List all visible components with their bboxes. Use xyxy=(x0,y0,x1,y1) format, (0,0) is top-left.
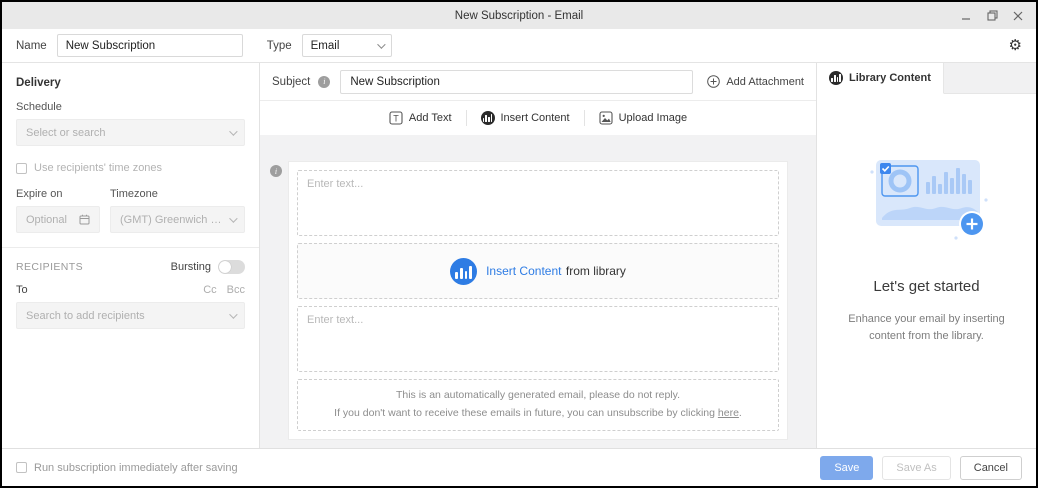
schedule-select[interactable]: Select or search xyxy=(16,119,245,146)
minimize-icon[interactable] xyxy=(960,10,972,22)
gear-icon[interactable]: ⚙ xyxy=(1009,38,1022,53)
library-tabbar: Library Content xyxy=(817,63,1036,94)
add-attachment-button[interactable]: Add Attachment xyxy=(707,75,804,88)
expire-on-label: Expire on xyxy=(16,188,100,200)
delivery-sidebar: Delivery Schedule Select or search Use r… xyxy=(2,63,260,448)
expire-on-placeholder: Optional xyxy=(26,214,67,226)
save-button[interactable]: Save xyxy=(820,456,873,480)
recipients-select[interactable]: Search to add recipients xyxy=(16,302,245,329)
titlebar: New Subscription - Email xyxy=(2,2,1036,29)
footer-line1: This is an automatically generated email… xyxy=(396,387,680,405)
dashboard-illustration xyxy=(858,150,996,246)
unsubscribe-here-link[interactable]: here xyxy=(718,407,739,419)
bursting-label: Bursting xyxy=(171,261,211,273)
tab-library-content[interactable]: Library Content xyxy=(817,63,944,94)
chevron-down-icon xyxy=(229,310,237,318)
subject-input[interactable] xyxy=(340,70,693,94)
footer-line2: If you don't want to receive these email… xyxy=(334,405,742,423)
name-label: Name xyxy=(16,40,47,52)
library-tab-label: Library Content xyxy=(849,72,931,84)
add-attachment-label: Add Attachment xyxy=(726,76,804,88)
subject-row: Subject i Add Attachment xyxy=(260,63,816,101)
header-row: Name Type Email ⚙ xyxy=(2,29,1036,63)
subscription-dialog: New Subscription - Email Name Type Email… xyxy=(0,0,1038,488)
to-label: To xyxy=(16,284,28,296)
upload-image-label: Upload Image xyxy=(619,112,688,124)
text-icon: T xyxy=(389,111,403,125)
text-block-top[interactable]: Enter text... xyxy=(297,170,779,236)
timezone-value: (GMT) Greenwich Mean Time,... xyxy=(120,214,225,226)
chevron-down-icon xyxy=(229,214,237,222)
chevron-down-icon xyxy=(229,127,237,135)
footer-bar: Run subscription immediately after savin… xyxy=(2,448,1036,486)
cc-link[interactable]: Cc xyxy=(203,284,216,296)
upload-image-button[interactable]: Upload Image xyxy=(585,111,702,125)
action-buttons: Save Save As Cancel xyxy=(820,456,1022,480)
chevron-down-icon xyxy=(377,40,385,48)
run-immediately-row: Run subscription immediately after savin… xyxy=(16,462,238,474)
name-input[interactable] xyxy=(57,34,243,57)
add-text-label: Add Text xyxy=(409,112,452,124)
plus-circle-icon xyxy=(707,75,720,88)
subject-info-icon[interactable]: i xyxy=(318,76,330,88)
schedule-label: Schedule xyxy=(16,101,245,113)
library-empty-title: Let's get started xyxy=(873,278,979,295)
editor-toolbar: T Add Text Insert Content Upload Image xyxy=(260,101,816,135)
type-label: Type xyxy=(267,40,292,52)
use-recipients-timezones-row: Use recipients' time zones xyxy=(16,162,245,174)
insert-content-button[interactable]: Insert Content xyxy=(467,111,584,125)
use-recipients-timezones-checkbox[interactable] xyxy=(16,163,27,174)
save-as-button[interactable]: Save As xyxy=(882,456,950,480)
image-icon xyxy=(599,111,613,125)
expire-timezone-row: Expire on Optional Timezone (GMT) Greenw… xyxy=(16,188,245,233)
recipients-placeholder: Search to add recipients xyxy=(26,310,145,322)
email-body-canvas: i Enter text... Insert Content from libr… xyxy=(260,135,816,448)
email-editor: Subject i Add Attachment T Add Text Inse… xyxy=(260,63,816,448)
calendar-icon xyxy=(79,214,90,225)
delivery-heading: Delivery xyxy=(16,77,245,89)
library-chart-icon xyxy=(450,258,477,285)
run-immediately-label: Run subscription immediately after savin… xyxy=(34,462,238,474)
restore-icon[interactable] xyxy=(986,10,998,22)
subject-label: Subject xyxy=(272,76,310,88)
email-template-card: Enter text... Insert Content from librar… xyxy=(288,161,788,440)
insert-content-suffix: from library xyxy=(566,264,626,278)
to-row: To Cc Bcc xyxy=(16,284,245,296)
body-info-icon[interactable]: i xyxy=(270,165,282,177)
schedule-placeholder: Select or search xyxy=(26,127,105,139)
main-area: Delivery Schedule Select or search Use r… xyxy=(2,63,1036,448)
library-chart-icon xyxy=(481,111,495,125)
library-chart-icon xyxy=(829,71,843,85)
window-controls xyxy=(960,10,1036,22)
recipients-header-row: RECIPIENTS Bursting xyxy=(16,260,245,274)
run-immediately-checkbox[interactable] xyxy=(16,462,27,473)
library-empty-state: Let's get started Enhance your email by … xyxy=(817,94,1036,448)
insert-content-label: Insert Content xyxy=(501,112,570,124)
window-title: New Subscription - Email xyxy=(2,10,1036,22)
toggle-knob xyxy=(219,261,231,273)
sidebar-divider xyxy=(2,247,259,248)
timezone-select[interactable]: (GMT) Greenwich Mean Time,... xyxy=(110,206,245,233)
add-text-button[interactable]: T Add Text xyxy=(375,111,466,125)
use-recipients-timezones-label: Use recipients' time zones xyxy=(34,162,162,174)
svg-text:T: T xyxy=(393,114,399,124)
expire-on-input[interactable]: Optional xyxy=(16,206,100,233)
recipients-heading: RECIPIENTS xyxy=(16,261,83,273)
text-block-bottom[interactable]: Enter text... xyxy=(297,306,779,372)
library-panel: Library Content xyxy=(816,63,1036,448)
library-empty-description: Enhance your email by inserting content … xyxy=(817,311,1036,345)
type-select-value: Email xyxy=(311,40,340,52)
insert-content-link[interactable]: Insert Content xyxy=(486,264,561,278)
insert-content-block[interactable]: Insert Content from library xyxy=(297,243,779,300)
type-select[interactable]: Email xyxy=(302,34,392,57)
cancel-button[interactable]: Cancel xyxy=(960,456,1022,480)
bcc-link[interactable]: Bcc xyxy=(227,284,245,296)
bursting-toggle[interactable] xyxy=(218,260,245,274)
unsubscribe-footer-block: This is an automatically generated email… xyxy=(297,379,779,431)
close-icon[interactable] xyxy=(1012,10,1024,22)
timezone-label: Timezone xyxy=(110,188,245,200)
